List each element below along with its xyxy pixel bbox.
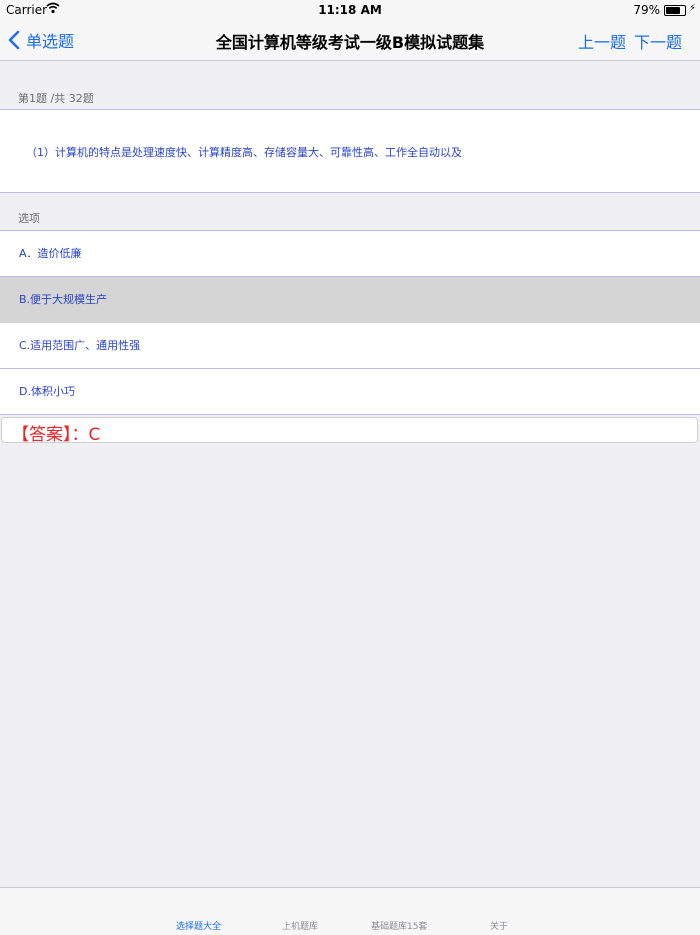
option-d[interactable]: D.体积小巧	[0, 369, 700, 415]
battery-percent: 79%	[633, 3, 660, 17]
question-text: （1）计算机的特点是处理速度快、计算精度高、存储容量大、可靠性高、工作全自动以及	[26, 146, 462, 159]
tab-computer-questions[interactable]: 上机题库	[282, 919, 318, 932]
question-progress: 第1题 /共 32题	[18, 92, 94, 105]
back-button-label: 单选题	[26, 32, 75, 51]
navigation-bar: 单选题 全国计算机等级考试一级B模拟试题集 上一题 下一题	[0, 20, 700, 61]
option-a[interactable]: A．造价低廉	[0, 231, 700, 277]
tab-choice-questions[interactable]: 选择题大全	[176, 919, 221, 932]
back-button[interactable]: 单选题	[8, 28, 74, 52]
battery-icon	[664, 5, 686, 16]
charging-icon: ⚡	[688, 3, 696, 14]
answer-box: 【答案】：C	[1, 417, 698, 445]
previous-question-button[interactable]: 上一题	[578, 29, 626, 53]
answer-text: 【答案】：C	[12, 425, 101, 445]
tab-basic-question-sets[interactable]: 基础题库15套	[371, 919, 427, 932]
tab-bar: 选择题大全 上机题库 基础题库15套 关于	[0, 887, 700, 935]
next-question-button[interactable]: 下一题	[634, 29, 682, 53]
options-list: A．造价低廉 B.便于大规模生产 C.适用范围广、通用性强 D.体积小巧	[0, 230, 700, 415]
question-card: （1）计算机的特点是处理速度快、计算精度高、存储容量大、可靠性高、工作全自动以及	[0, 109, 700, 193]
option-c[interactable]: C.适用范围广、通用性强	[0, 323, 700, 369]
chevron-left-icon	[8, 30, 20, 50]
status-time: 11:18 AM	[318, 3, 382, 17]
status-bar: Carrier 11:18 AM 79% ⚡	[0, 0, 700, 20]
option-b[interactable]: B.便于大规模生产	[0, 277, 700, 323]
tab-about[interactable]: 关于	[490, 919, 508, 932]
options-header: 选项	[18, 212, 40, 225]
